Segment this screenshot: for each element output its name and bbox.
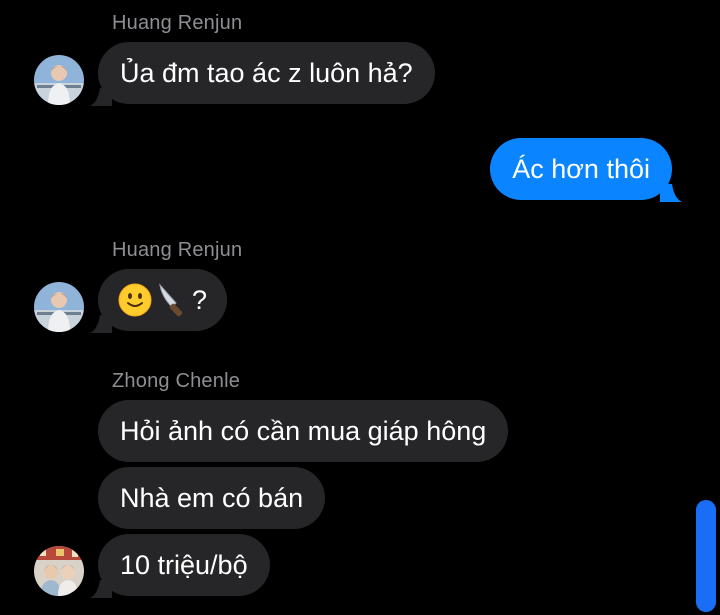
bubble-tail [90,315,112,333]
message-text: Ác hơn thôi [512,154,650,184]
knife-emoji [159,283,183,317]
message-bubble[interactable]: Ác hơn thôi [490,138,672,200]
sender-name: Huang Renjun [112,239,243,261]
message-text: Hỏi ảnh có cần mua giáp hông [120,416,487,446]
message-bubble[interactable]: Ủa đm tao ác z luôn hả? [98,42,435,104]
message-text: ? [192,285,208,315]
message-bubble[interactable]: 10 triệu/bộ [98,534,270,596]
scrollbar-thumb[interactable] [696,500,716,612]
message-text: Nhà em có bán [120,483,304,513]
message-text: Ủa đm tao ác z luôn hả? [120,58,413,88]
renjun-avatar[interactable] [34,282,84,332]
sender-name: Zhong Chenle [112,370,241,392]
bubble-tail [90,88,112,106]
message-bubble[interactable]: Nhà em có bán [98,467,326,529]
bubble-tail [660,184,682,202]
slightly-smiling-face-emoji [118,283,152,317]
message-bubble[interactable]: ? [98,269,228,331]
bubble-tail [90,580,112,598]
renjun-avatar[interactable] [34,55,84,105]
sender-name: Huang Renjun [112,12,243,34]
chenle-avatar[interactable] [34,546,84,596]
message-bubble[interactable]: Hỏi ảnh có cần mua giáp hông [98,400,509,462]
message-text: 10 triệu/bộ [120,550,248,580]
